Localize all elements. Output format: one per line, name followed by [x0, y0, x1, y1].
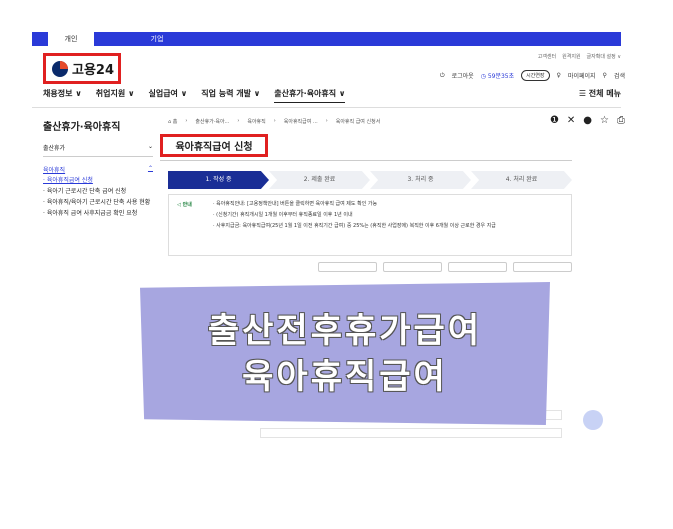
notice-label: ◁ 안내 — [177, 201, 213, 249]
lnb-item-parental-benefit-apply[interactable]: · 육아휴직급여 신청 — [43, 177, 153, 185]
notice-line: · 사후지급금: 육아휴직급여(25년 1월 1일 이전 휴직기간 급여) 중 … — [213, 223, 496, 229]
lnb-sub-head[interactable]: 육아휴직 ⌃ — [43, 165, 153, 174]
breadcrumb-maternity[interactable]: 출산휴가·육아... — [195, 118, 229, 125]
breadcrumb-benefit[interactable]: 육아휴직급여 ... — [284, 118, 318, 125]
lnb-item-reduced-hours-benefit[interactable]: · 육아기 근로시간 단축 급여 신청 — [43, 188, 153, 196]
breadcrumb-sep: › — [185, 118, 188, 124]
step-submitted: 2. 제출 완료 — [269, 171, 370, 189]
lnb-group-label: 출산휴가 — [43, 145, 66, 152]
megaphone-icon: ◁ — [177, 202, 181, 208]
utility-links: 고객센터 원격지원 글자확대 설정 ∨ — [538, 53, 621, 60]
notice-box: ◁ 안내 · 육아휴직안내: [고용정책안내] 버튼을 클릭하면 육아휴직 급여… — [168, 194, 572, 256]
lnb-group-maternity[interactable]: 출산휴가 ⌄ — [43, 143, 153, 157]
breadcrumb-home[interactable]: ⌂ 홈 — [168, 118, 177, 125]
lnb-submenu: 육아휴직 ⌃ · 육아휴직급여 신청 · 육아기 근로시간 단축 급여 신청 ·… — [43, 165, 153, 221]
progress-steps: 1. 작성 중 2. 제출 완료 3. 처리 중 4. 처리 완료 — [168, 171, 572, 189]
lnb-item-usage-status[interactable]: · 육아휴직/육아기 근로시간 단축 사용 현황 — [43, 199, 153, 207]
font-size-setting-link[interactable]: 글자확대 설정 ∨ — [587, 53, 621, 60]
lnb-sub-head-label: 육아휴직 — [43, 167, 66, 174]
lnb-title: 출산휴가·육아휴직 — [43, 122, 121, 133]
breadcrumb: ⌂ 홈 › 출산휴가·육아... › 육아휴직 › 육아휴직급여 ... › 육… — [168, 118, 380, 125]
logo-mark-icon — [52, 60, 68, 77]
gnb-item-employment-support[interactable]: 취업지원 ∨ — [96, 88, 135, 103]
faded-select-field[interactable] — [260, 428, 562, 438]
facebook-icon[interactable]: ❶ — [550, 115, 559, 126]
gnb-item-vocational-training[interactable]: 직업 능력 개발 ∨ — [201, 88, 260, 103]
gnb-item-jobs[interactable]: 채용정보 ∨ — [43, 88, 82, 103]
header-divider — [32, 107, 621, 108]
gnb-item-unemployment-benefit[interactable]: 실업급여 ∨ — [148, 88, 187, 103]
talk-icon[interactable]: ● — [583, 115, 592, 126]
floating-action-button[interactable] — [583, 410, 603, 430]
x-icon[interactable]: ✕ — [567, 115, 575, 126]
global-nav: 채용정보 ∨ 취업지원 ∨ 실업급여 ∨ 직업 능력 개발 ∨ 출산휴가·육아휴… — [43, 88, 621, 103]
breadcrumb-parental[interactable]: 육아휴직 — [247, 118, 265, 125]
notice-line: · 육아휴직안내: [고용정책안내] 버튼을 클릭하면 육아휴직 급여 제도 확… — [213, 201, 378, 207]
overlay-banner: 출산전후휴가급여 육아휴직급여 — [140, 282, 550, 425]
all-menu-button[interactable]: ☰ 전체 메뉴 — [579, 88, 621, 99]
mypage-link[interactable]: 마이페이지 — [568, 71, 596, 80]
account-area: ⏻ 로그아웃 ◷ 59분35초 시간연장 ♀ 마이페이지 ⚲ 검색 — [440, 70, 625, 81]
logo-text: 고용24 — [72, 63, 115, 78]
chevron-up-icon: ⌃ — [147, 165, 153, 172]
power-icon: ⏻ — [439, 71, 445, 79]
extend-session-button[interactable]: 시간연장 — [521, 70, 550, 81]
logout-link[interactable]: 로그아웃 — [452, 71, 474, 80]
notice-label-text: 안내 — [182, 202, 192, 208]
faded-button[interactable] — [318, 262, 377, 272]
site-logo[interactable]: 고용24 — [43, 53, 121, 84]
user-icon: ♀ — [556, 72, 561, 79]
customer-center-link[interactable]: 고객센터 — [538, 53, 556, 60]
title-divider — [160, 160, 572, 161]
step-processing: 3. 처리 중 — [370, 171, 471, 189]
share-toolbar: ❶ ✕ ● ☆ ⎙ — [550, 115, 625, 126]
session-timer-value: 59분35초 — [487, 73, 515, 80]
breadcrumb-sep: › — [273, 118, 276, 124]
star-icon[interactable]: ☆ — [600, 115, 609, 126]
top-audience-bar: 개인 기업 — [32, 32, 621, 46]
action-button-row — [318, 262, 572, 272]
chevron-down-icon: ⌄ — [147, 143, 153, 150]
lnb-item-deferred-payment[interactable]: · 육아휴직 급여 사후지급금 확인 요청 — [43, 210, 153, 218]
page-title: 육아휴직급여 신청 — [160, 134, 268, 157]
step-completed: 4. 처리 완료 — [471, 171, 572, 189]
tab-corporate[interactable]: 기업 — [134, 32, 180, 46]
breadcrumb-sep: › — [237, 118, 240, 124]
faded-button[interactable] — [448, 262, 507, 272]
tab-personal[interactable]: 개인 — [48, 32, 94, 46]
search-link[interactable]: 검색 — [614, 71, 625, 80]
banner-line-2: 육아휴직급여 — [242, 356, 448, 397]
faded-button[interactable] — [383, 262, 442, 272]
print-icon[interactable]: ⎙ — [617, 115, 625, 126]
remote-support-link[interactable]: 원격지원 — [562, 53, 580, 60]
search-icon[interactable]: ⚲ — [603, 72, 607, 79]
session-timer: ◷ 59분35초 — [480, 73, 515, 80]
banner-line-1: 출산전후휴가급여 — [207, 310, 483, 351]
notice-line: · (신청기간) 휴직개시일 1개월 이후부터 휴직종료일 이후 1년 이내 — [213, 212, 353, 218]
breadcrumb-current: 육아휴직 급여 신청서 — [335, 119, 381, 125]
notice-lines: · 육아휴직안내: [고용정책안내] 버튼을 클릭하면 육아휴직 급여 제도 확… — [213, 201, 496, 249]
faded-button[interactable] — [513, 262, 572, 272]
breadcrumb-sep: › — [325, 118, 328, 124]
step-writing: 1. 작성 중 — [168, 171, 269, 189]
gnb-item-maternity-parental[interactable]: 출산휴가·육아휴직 ∨ — [274, 88, 346, 103]
